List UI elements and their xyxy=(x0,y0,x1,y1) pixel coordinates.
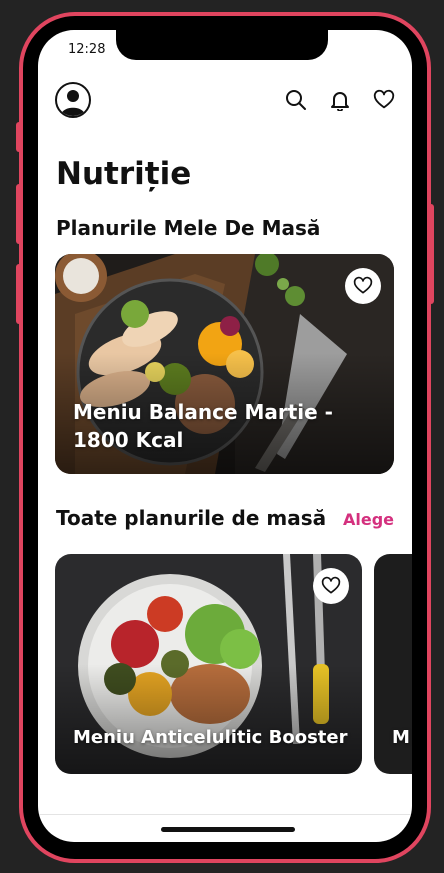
heart-icon[interactable] xyxy=(372,88,396,112)
meal-plan-card[interactable]: M xyxy=(374,554,412,774)
status-time: 12:28 xyxy=(68,42,106,57)
favorite-button[interactable] xyxy=(313,568,349,604)
notch xyxy=(116,30,328,60)
heart-outline-icon xyxy=(353,276,373,294)
meal-plan-card[interactable]: Meniu Anticelulitic Booster xyxy=(55,554,362,774)
home-indicator[interactable] xyxy=(161,827,295,832)
search-icon[interactable] xyxy=(284,88,308,112)
page-title: Nutriție xyxy=(56,156,192,192)
section-title-my-plans: Planurile Mele De Masă xyxy=(56,216,321,240)
choose-link[interactable]: Alege xyxy=(343,510,394,529)
meal-plan-card[interactable]: Meniu Balance Martie - 1800 Kcal xyxy=(55,254,394,474)
phone-screen: 12:28 Nutriție Planurile Mele De Masă Me… xyxy=(38,30,412,842)
meal-plan-card-title: Meniu Balance Martie - 1800 Kcal xyxy=(73,400,333,452)
bell-icon[interactable] xyxy=(328,88,352,112)
meal-plan-card-title: Meniu Anticelulitic Booster xyxy=(73,727,348,748)
favorite-button[interactable] xyxy=(345,268,381,304)
avatar-icon[interactable] xyxy=(55,82,91,118)
meal-plan-card-title: M xyxy=(392,727,410,748)
section-title-all-plans: Toate planurile de masă xyxy=(56,506,327,530)
heart-outline-icon xyxy=(321,576,341,594)
bottom-divider xyxy=(38,814,412,815)
